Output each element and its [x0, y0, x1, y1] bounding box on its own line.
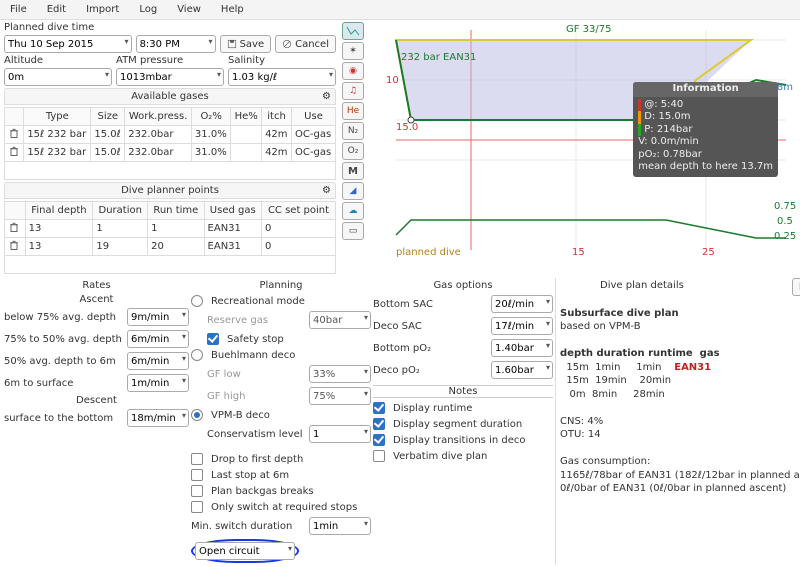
svg-text:10: 10 [386, 75, 399, 86]
table-row[interactable]: 15ℓ 232 bar15.0ℓ232.0bar31.0%42mOC-gas [5, 144, 336, 162]
radio-buehlmann[interactable]: Buehlmann deco [191, 347, 371, 363]
checkbox-backgas[interactable]: Plan backgas breaks [191, 483, 371, 499]
trash-icon[interactable] [8, 221, 20, 233]
deco-sac-input[interactable] [491, 317, 553, 335]
points-title: Dive planner points⚙ [4, 182, 336, 199]
altitude-label: Altitude [4, 55, 112, 66]
bottom-sac-input[interactable] [491, 295, 553, 313]
salinity-label: Salinity [228, 55, 336, 66]
menu-item[interactable]: Edit [41, 2, 72, 17]
deco-po2-input[interactable] [491, 361, 553, 379]
table-row[interactable]: 15ℓ 232 bar15.0ℓ232.0bar31.0%42mOC-gas [5, 126, 336, 144]
ascent-rate-input[interactable] [127, 352, 189, 370]
save-icon [227, 39, 237, 49]
checkbox-verbatim[interactable]: Verbatim dive plan [373, 448, 553, 464]
svg-text:0.25: 0.25 [774, 231, 796, 242]
altitude-input[interactable] [4, 68, 112, 86]
gas-notes-panel: Gas options Bottom SAC Deco SAC Bottom p… [373, 278, 553, 565]
checkbox-display-transitions[interactable]: Display transitions in deco [373, 432, 553, 448]
gflow-input [309, 365, 371, 383]
atm-input[interactable] [116, 68, 224, 86]
toolbar-btn[interactable]: ✶ [342, 42, 364, 60]
cancel-button[interactable]: Cancel [275, 35, 336, 53]
checkbox-last-stop[interactable]: Last stop at 6m [191, 467, 371, 483]
toolbar-btn[interactable]: ▭ [342, 222, 364, 240]
menu-item[interactable]: Help [215, 2, 250, 17]
gfhigh-input [309, 387, 371, 405]
radio-vpmb[interactable]: VPM-B deco [191, 407, 371, 423]
time-input[interactable] [136, 35, 216, 53]
svg-text:0.75: 0.75 [774, 201, 796, 212]
svg-text:0.5: 0.5 [777, 216, 793, 227]
checkbox-display-runtime[interactable]: Display runtime [373, 400, 553, 416]
gear-icon[interactable]: ⚙ [322, 185, 331, 196]
menu-item[interactable]: File [4, 2, 33, 17]
gear-icon[interactable]: ⚙ [322, 91, 331, 102]
rates-panel: Rates Ascent below 75% avg. depth 75% to… [4, 278, 189, 565]
svg-text:15: 15 [572, 247, 585, 258]
toolbar-btn[interactable]: O₂ [342, 142, 364, 160]
trash-icon[interactable] [8, 127, 20, 139]
date-input[interactable] [4, 35, 132, 53]
ascent-rate-input[interactable] [127, 308, 189, 326]
toolbar-btn[interactable]: ◢ [342, 182, 364, 200]
toolbar-btn[interactable]: ♫ [342, 82, 364, 100]
save-button[interactable]: Save [220, 35, 272, 53]
svg-text:15.0: 15.0 [396, 122, 418, 133]
print-button[interactable]: Print [792, 278, 800, 296]
gf-label: GF 33/75 [566, 24, 612, 35]
salinity-input[interactable] [228, 68, 336, 86]
reserve-gas-input [309, 311, 371, 329]
toolbar-btn[interactable]: ◉ [342, 62, 364, 80]
profile-icon [346, 26, 360, 36]
info-tooltip: Information @: 5:40 D: 15.0m P: 214bar V… [633, 82, 778, 177]
radio-recreational[interactable]: Recreational mode [191, 293, 371, 309]
checkbox-drop-first[interactable]: Drop to first depth [191, 451, 371, 467]
trash-icon[interactable] [8, 239, 20, 251]
checkbox-only-switch[interactable]: Only switch at required stops [191, 499, 371, 515]
dive-plan-details: Dive plan details Print Subsurface dive … [555, 278, 800, 565]
table-row[interactable] [5, 256, 336, 274]
min-switch-input[interactable] [309, 517, 371, 535]
menu-item[interactable]: Import [80, 2, 125, 17]
toolbar-btn[interactable] [342, 22, 364, 40]
table-row[interactable]: 131920EAN310 [5, 238, 336, 256]
menu-item[interactable]: Log [133, 2, 163, 17]
checkbox-safety-stop[interactable]: Safety stop [191, 331, 371, 347]
conservatism-input[interactable] [309, 425, 371, 443]
svg-text:232 bar EAN31: 232 bar EAN31 [401, 52, 476, 63]
ascent-rate-input[interactable] [127, 330, 189, 348]
gases-table: TypeSizeWork.press.O₂%He%itchUse 15ℓ 232… [4, 107, 336, 180]
bottom-po2-input[interactable] [491, 339, 553, 357]
cancel-icon [282, 39, 292, 49]
circuit-select[interactable] [195, 542, 295, 560]
planning-panel: Planning Recreational mode Reserve gas S… [191, 278, 371, 565]
dive-profile[interactable]: GF 33/75 232 bar EAN31 154 bar 11.8m 10 … [366, 20, 800, 276]
checkbox-display-segment[interactable]: Display segment duration [373, 416, 553, 432]
toolbar-btn[interactable]: He [342, 102, 364, 120]
toolbar-btn[interactable]: N₂ [342, 122, 364, 140]
points-table: Final depthDurationRun timeUsed gasCC se… [4, 201, 336, 274]
menu-item[interactable]: View [171, 2, 207, 17]
atm-label: ATM pressure [116, 55, 224, 66]
descent-rate-input[interactable] [127, 409, 189, 427]
svg-text:planned dive: planned dive [396, 247, 461, 258]
ascent-rate-input[interactable] [127, 374, 189, 392]
menubar: File Edit Import Log View Help [0, 0, 800, 20]
svg-text:25: 25 [702, 247, 715, 258]
trash-icon[interactable] [8, 145, 20, 157]
planned-dive-time-label: Planned dive time [4, 22, 336, 33]
table-row[interactable] [5, 162, 336, 180]
gases-title: Available gases⚙ [4, 88, 336, 105]
table-row[interactable]: 1311EAN310 [5, 220, 336, 238]
toolbar-btn[interactable]: M [342, 162, 364, 180]
toolbar-btn[interactable]: ☁ [342, 202, 364, 220]
profile-toolbar: ✶ ◉ ♫ He N₂ O₂ M ◢ ☁ ▭ [340, 20, 366, 276]
